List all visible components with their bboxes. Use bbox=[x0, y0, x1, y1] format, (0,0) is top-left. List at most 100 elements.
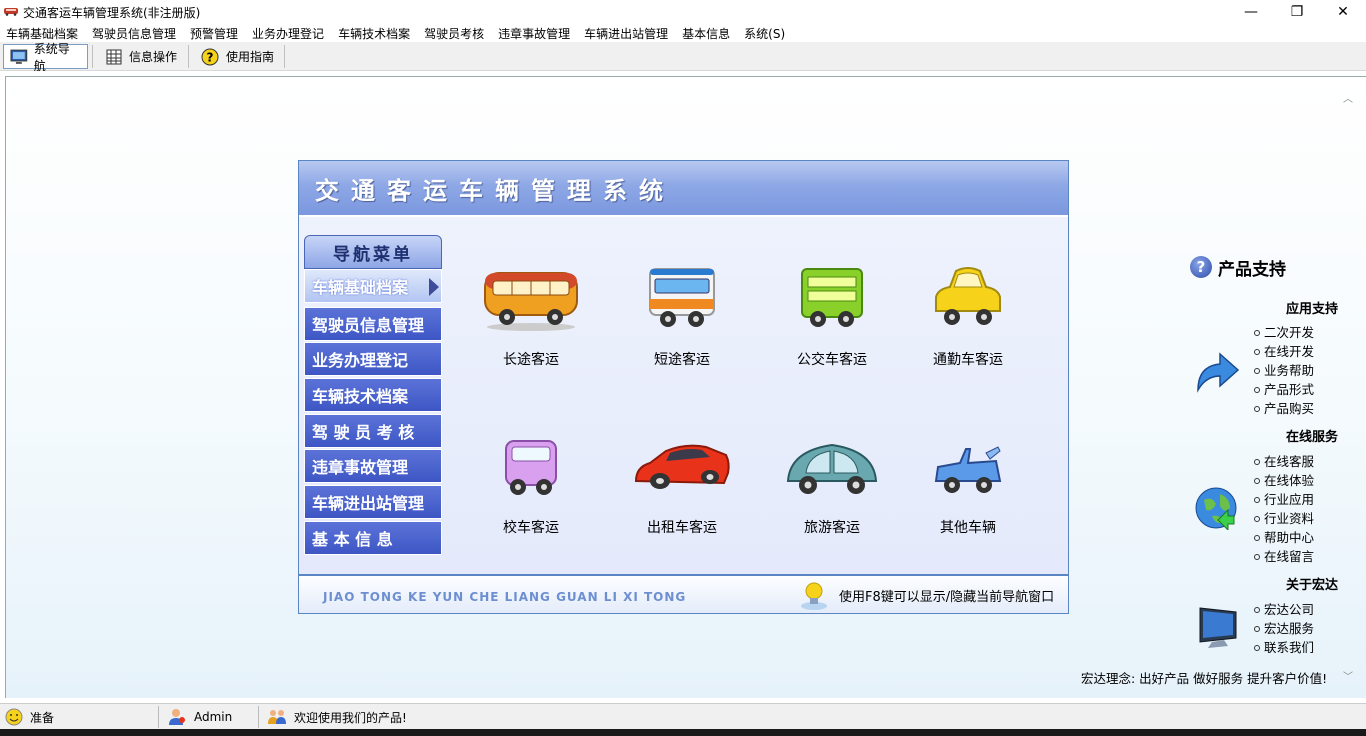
menu-violation[interactable]: 违章事故管理 bbox=[492, 23, 578, 42]
tab-user-guide[interactable]: ? 使用指南 bbox=[194, 44, 280, 69]
vehicle-short-distance[interactable]: 短途客运 bbox=[617, 265, 747, 375]
users-group-icon bbox=[268, 710, 286, 724]
title-bar: 交通客运车辆管理系统(非注册版) — ❐ ✕ bbox=[0, 0, 1366, 23]
link-contact[interactable]: 联系我们 bbox=[1254, 637, 1314, 656]
status-welcome-text: 欢迎使用我们的产品! bbox=[294, 710, 407, 725]
globe-icon bbox=[1195, 487, 1237, 530]
link-product-buy[interactable]: 产品购买 bbox=[1254, 398, 1314, 417]
nav-item-driver-assess[interactable]: 驾 驶 员 考 核 bbox=[304, 414, 442, 448]
link-help-center[interactable]: 帮助中心 bbox=[1254, 527, 1314, 546]
link-online-cs[interactable]: 在线客服 bbox=[1254, 451, 1314, 470]
maximize-button[interactable]: ❐ bbox=[1274, 0, 1320, 23]
status-welcome: 欢迎使用我们的产品! bbox=[262, 704, 407, 730]
vehicle-label: 旅游客运 bbox=[804, 520, 860, 536]
arrow-share-icon bbox=[1197, 352, 1240, 393]
menu-tech-archive[interactable]: 车辆技术档案 bbox=[332, 23, 418, 42]
grid-icon bbox=[106, 49, 122, 64]
footer-english-title: JIAO TONG KE YUN CHE LIANG GUAN LI XI TO… bbox=[323, 590, 687, 604]
support-title-text: 产品支持 bbox=[1218, 259, 1286, 280]
menu-basic-info[interactable]: 基本信息 bbox=[676, 23, 738, 42]
vehicle-school-bus[interactable]: 校车客运 bbox=[466, 433, 596, 543]
tab-system-nav[interactable]: 系统导航 bbox=[3, 42, 88, 73]
vehicle-long-distance[interactable]: 长途客运 bbox=[466, 265, 596, 375]
nav-menu-header: 导航菜单 bbox=[304, 235, 442, 269]
link-business-help[interactable]: 业务帮助 bbox=[1254, 360, 1314, 379]
tab-info-operation[interactable]: 信息操作 bbox=[99, 44, 183, 69]
link-industry-app[interactable]: 行业应用 bbox=[1254, 489, 1314, 508]
tab-label: 信息操作 bbox=[129, 50, 178, 64]
sports-car-icon bbox=[634, 444, 730, 489]
section-app-support: 应用支持 bbox=[1285, 302, 1338, 317]
menu-business[interactable]: 业务办理登记 bbox=[246, 23, 332, 42]
vehicle-label: 公交车客运 bbox=[797, 352, 867, 368]
panel-body: 导航菜单 车辆基础档案 驾驶员信息管理 业务办理登记 车辆技术档案 驾 驶 员 … bbox=[299, 215, 1068, 574]
link-company[interactable]: 宏达公司 bbox=[1254, 599, 1314, 618]
panel-footer: JIAO TONG KE YUN CHE LIANG GUAN LI XI TO… bbox=[299, 574, 1068, 613]
question-icon: ? bbox=[1190, 256, 1212, 278]
link-service[interactable]: 宏达服务 bbox=[1254, 618, 1314, 637]
vehicle-commuter[interactable]: 通勤车客运 bbox=[903, 265, 1033, 375]
minimize-button[interactable]: — bbox=[1228, 0, 1274, 23]
monitor-icon bbox=[1199, 607, 1237, 648]
link-secondary-dev[interactable]: 二次开发 bbox=[1254, 322, 1314, 341]
nav-item-violation[interactable]: 违章事故管理 bbox=[304, 449, 442, 483]
vehicle-other[interactable]: 其他车辆 bbox=[903, 433, 1033, 543]
vehicle-label: 短途客运 bbox=[654, 352, 710, 368]
arrow-right-icon bbox=[429, 278, 439, 296]
lightbulb-icon bbox=[801, 582, 827, 610]
minibus-icon bbox=[649, 268, 715, 327]
commuter-car-icon bbox=[935, 267, 1001, 325]
school-bus-icon bbox=[505, 440, 557, 495]
status-bar: 准备 Admin 欢迎使用我们的产品! bbox=[0, 703, 1366, 729]
status-user-text: Admin bbox=[194, 710, 233, 724]
product-support-title: ? 产品支持 bbox=[1190, 253, 1286, 281]
navigation-panel: 交通客运车辆管理系统 导航菜单 车辆基础档案 驾驶员信息管理 业务办理登记 车辆… bbox=[298, 160, 1069, 614]
vehicle-label: 出租车客运 bbox=[647, 520, 717, 536]
link-product-form[interactable]: 产品形式 bbox=[1254, 379, 1314, 398]
user-icon bbox=[169, 709, 185, 725]
beetle-car-icon bbox=[786, 443, 878, 494]
menu-driver-info[interactable]: 驾驶员信息管理 bbox=[86, 23, 184, 42]
os-taskbar bbox=[0, 729, 1366, 736]
company-motto: 宏达理念: 出好产品 做好服务 提升客户价值! bbox=[1081, 671, 1328, 686]
f8-tip-text: 使用F8键可以显示/隐藏当前导航窗口 bbox=[839, 590, 1055, 605]
vehicle-city-bus[interactable]: 公交车客运 bbox=[767, 265, 897, 375]
close-button[interactable]: ✕ bbox=[1320, 0, 1366, 23]
nav-item-business[interactable]: 业务办理登记 bbox=[304, 342, 442, 376]
panel-header: 交通客运车辆管理系统 bbox=[299, 161, 1068, 215]
scroll-down-arrow[interactable]: ﹀ bbox=[1343, 668, 1353, 683]
window-title: 交通客运车辆管理系统(非注册版) bbox=[23, 6, 201, 20]
link-online-trial[interactable]: 在线体验 bbox=[1254, 470, 1314, 489]
city-bus-icon bbox=[801, 268, 863, 327]
status-ready: 准备 bbox=[0, 704, 54, 730]
nav-item-station[interactable]: 车辆进出站管理 bbox=[304, 485, 442, 519]
tab-label: 使用指南 bbox=[226, 50, 275, 64]
vehicle-label: 长途客运 bbox=[503, 352, 559, 368]
nav-item-driver-info[interactable]: 驾驶员信息管理 bbox=[304, 307, 442, 341]
convertible-car-icon bbox=[934, 446, 1002, 493]
link-online-dev[interactable]: 在线开发 bbox=[1254, 341, 1314, 360]
vehicle-taxi[interactable]: 出租车客运 bbox=[617, 433, 747, 543]
app-bus-icon bbox=[4, 8, 18, 16]
vehicle-label: 通勤车客运 bbox=[933, 352, 1003, 368]
menu-system[interactable]: 系统(S) bbox=[738, 23, 793, 42]
nav-item-basic-info[interactable]: 基 本 信 息 bbox=[304, 521, 442, 555]
menu-bar: 车辆基础档案 驾驶员信息管理 预警管理 业务办理登记 车辆技术档案 驾驶员考核 … bbox=[0, 23, 1366, 42]
tab-label: 系统导航 bbox=[33, 41, 70, 73]
nav-item-label: 车辆基础档案 bbox=[312, 278, 409, 297]
svg-text:?: ? bbox=[207, 50, 214, 64]
status-user: Admin bbox=[162, 704, 232, 730]
monitor-icon bbox=[10, 49, 28, 64]
section-about: 关于宏达 bbox=[1285, 578, 1338, 593]
status-ready-text: 准备 bbox=[30, 710, 55, 725]
vehicle-tourism[interactable]: 旅游客运 bbox=[767, 433, 897, 543]
nav-item-vehicle-archive[interactable]: 车辆基础档案 bbox=[304, 269, 442, 303]
menu-station[interactable]: 车辆进出站管理 bbox=[578, 23, 676, 42]
scroll-up-arrow[interactable]: ︿ bbox=[1343, 90, 1353, 105]
menu-warning[interactable]: 预警管理 bbox=[184, 23, 246, 42]
menu-driver-assess[interactable]: 驾驶员考核 bbox=[418, 23, 492, 42]
link-industry-docs[interactable]: 行业资料 bbox=[1254, 508, 1314, 527]
link-leave-message[interactable]: 在线留言 bbox=[1254, 546, 1314, 565]
nav-item-tech-archive[interactable]: 车辆技术档案 bbox=[304, 378, 442, 412]
vehicle-label: 其他车辆 bbox=[940, 520, 996, 536]
